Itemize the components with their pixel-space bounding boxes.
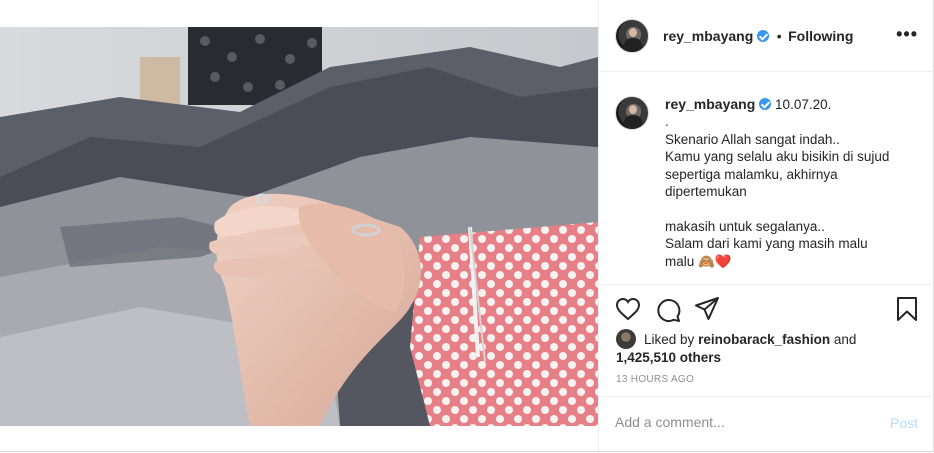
caption-text: rey_mbayang 10.07.20. . Skenario Allah s…	[665, 96, 915, 270]
caption-section: rey_mbayang 10.07.20. . Skenario Allah s…	[599, 72, 934, 284]
likes-prefix: Liked by	[644, 332, 695, 347]
caption-line: makasih untuk segalanya..	[665, 218, 825, 234]
share-icon[interactable]	[694, 296, 720, 322]
avatar-shirt	[624, 38, 642, 52]
avatar-head	[629, 105, 637, 114]
liker-username[interactable]: reinobarack_fashion	[698, 332, 830, 347]
caption-line: sepertiga malamku, akhirnya	[665, 166, 838, 182]
caption-line	[665, 200, 915, 217]
comment-bar: Post	[599, 396, 934, 452]
comment-input[interactable]	[615, 411, 875, 433]
likes-summary: Liked by reinobarack_fashion and 1,425,5…	[616, 329, 856, 367]
likes-line-1: Liked by reinobarack_fashion and	[616, 331, 856, 349]
header-separator: •	[776, 28, 782, 44]
actions-section: Liked by reinobarack_fashion and 1,425,5…	[599, 284, 934, 397]
caption-first-line: rey_mbayang 10.07.20.	[665, 96, 915, 113]
caption-line: Kamu yang selalu aku bisikin di sujud	[665, 149, 890, 165]
post-sidebar: rey_mbayang • Following ••• rey_mbayang …	[598, 0, 934, 451]
photo-bottom-gap	[0, 426, 598, 451]
caption-line: Skenario Allah sangat indah..	[665, 131, 840, 147]
author-username[interactable]: rey_mbayang	[663, 28, 753, 44]
caption-line: .	[665, 114, 669, 130]
caption-date: 10.07.20.	[775, 97, 832, 112]
caption-line: malu 🙈❤️	[665, 253, 732, 269]
bookmark-icon[interactable]	[896, 296, 918, 322]
caption-line: Salam dari kami yang masih malu	[665, 236, 868, 252]
post-timestamp[interactable]: 13 HOURS AGO	[616, 374, 694, 385]
header-text: rey_mbayang • Following	[663, 28, 853, 46]
liker-avatar[interactable]	[616, 329, 636, 349]
more-options-icon[interactable]: •••	[896, 25, 918, 43]
post-header: rey_mbayang • Following •••	[599, 0, 934, 72]
likes-line-2: 1,425,510 others	[616, 349, 856, 367]
avatar-shirt	[624, 115, 642, 129]
caption-line: dipertemukan	[665, 184, 747, 200]
post-comment-button[interactable]: Post	[890, 415, 918, 431]
photo-top-gap	[0, 0, 598, 27]
likes-count[interactable]: 1,425,510 others	[616, 350, 721, 365]
caption-avatar[interactable]	[615, 96, 649, 130]
post-card: rey_mbayang • Following ••• rey_mbayang …	[0, 0, 934, 452]
following-button[interactable]: Following	[788, 28, 853, 44]
author-avatar[interactable]	[615, 19, 649, 53]
verified-badge-icon	[757, 30, 770, 42]
caption-username[interactable]: rey_mbayang	[665, 96, 755, 112]
comment-icon[interactable]	[655, 297, 681, 323]
photo-holding-hands	[0, 27, 598, 426]
avatar-head	[629, 28, 637, 37]
verified-badge-icon	[759, 98, 772, 110]
post-photo[interactable]	[0, 27, 598, 426]
heart-icon[interactable]	[615, 297, 641, 321]
likes-conjunction: and	[833, 332, 857, 347]
